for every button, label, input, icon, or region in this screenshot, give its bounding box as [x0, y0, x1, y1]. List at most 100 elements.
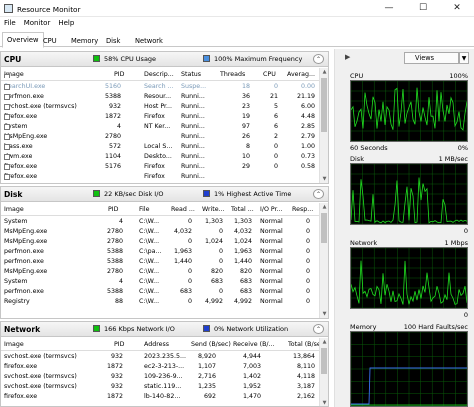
column-header-6[interactable]: Averag... [287, 71, 315, 78]
scroll-thumb[interactable] [321, 78, 327, 132]
column-header-4[interactable]: Receive (B/... [233, 341, 275, 348]
row-checkbox[interactable] [4, 134, 10, 140]
tab-network[interactable]: Network [130, 33, 168, 47]
table-row[interactable]: svchost.exe (termsvcs) 932 Host Pr... Runni… [1, 102, 321, 112]
minimize-button[interactable]: — [372, 0, 406, 17]
column-header-1[interactable]: PID [114, 71, 125, 78]
table-row[interactable]: System 4 C:\W... 0 683 683 Normal 0 [1, 277, 321, 287]
column-header-3[interactable]: Status [181, 71, 201, 78]
network-section-title: Network [4, 325, 41, 334]
scroll-thumb[interactable] [321, 213, 327, 243]
collapse-graphs-arrow-icon[interactable]: ▶ [345, 53, 353, 61]
table-row[interactable]: firefox.exe 1872 Firefox Runni... 19 6 4.48 [1, 112, 321, 122]
column-header-4[interactable]: Write... [202, 206, 225, 213]
column-header-0[interactable]: Image [4, 71, 24, 78]
row-checkbox[interactable] [4, 174, 10, 180]
table-row[interactable]: svchost.exe (termsvcs) 932 2023.235.5... 8,… [1, 352, 321, 362]
views-dropdown-chevron-icon[interactable]: ▼ [459, 52, 469, 64]
disk-section: Disk 22 KB/sec Disk I/O 1% Highest Activ… [0, 186, 329, 319]
column-header-5[interactable]: CPU [263, 71, 276, 78]
table-row[interactable]: firefox.exe 1872 ec2-3-213-... 1,107 7,003 8,… [1, 362, 321, 372]
table-cell: 4,032 [173, 228, 192, 235]
scroll-thumb[interactable] [321, 348, 327, 374]
column-header-7[interactable]: Resp... [292, 206, 313, 213]
scroll-down-arrow-icon[interactable]: ▼ [321, 400, 328, 406]
table-row[interactable]: MsMpEng.exe 2780 Runni... 26 2 2.79 [1, 132, 321, 142]
tab-memory[interactable]: Memory [66, 33, 103, 47]
collapse-cpu-button[interactable]: ⌃ [313, 54, 324, 64]
row-checkbox[interactable] [4, 144, 10, 150]
table-row[interactable]: firefox.exe 1872 lb-140-82... 692 1,470 2,162 [1, 392, 321, 402]
table-row[interactable]: dwm.exe 1104 Deskto... Runni... 10 0 0.73 [1, 152, 321, 162]
column-header-2[interactable]: File [139, 206, 150, 213]
table-row[interactable]: perfmon.exe 5388 Resour... Runni... 36 21 21.1… [1, 92, 321, 102]
views-button[interactable]: Views [404, 52, 459, 64]
column-header-2[interactable]: Address [144, 341, 169, 348]
table-cell: SearchUI.exe [4, 83, 46, 90]
menu-monitor[interactable]: Monitor [20, 17, 55, 27]
column-header-2[interactable]: Descrip... [144, 71, 174, 78]
table-cell: 1872 [106, 363, 123, 370]
scroll-up-arrow-icon[interactable]: ▲ [321, 204, 328, 211]
column-header-3[interactable]: Read ... [171, 206, 195, 213]
table-cell: Normal [260, 278, 283, 285]
network-section: Network 166 Kbps Network I/O 0% Network … [0, 321, 329, 407]
network-section-header[interactable]: Network 166 Kbps Network I/O 0% Network … [1, 322, 328, 337]
table-row[interactable]: perfmon.exe 5388 C:\W... 683 0 683 Normal 0 [1, 287, 321, 297]
menu-help[interactable]: Help [54, 17, 78, 27]
table-row[interactable]: SearchUI.exe 5160 Search ... Suspe... 18 0 0.0… [1, 82, 321, 92]
row-checkbox[interactable] [4, 84, 10, 90]
close-button[interactable]: ✕ [440, 0, 474, 17]
cpu-scrollbar[interactable]: ▲ ▼ [319, 68, 328, 183]
table-cell: System [4, 218, 28, 225]
row-checkbox[interactable] [4, 164, 10, 170]
table-cell: 6 [273, 123, 278, 130]
row-checkbox[interactable] [4, 104, 10, 110]
cpu-section-header[interactable]: CPU 58% CPU Usage 100% Maximum Frequency… [1, 52, 328, 67]
table-row[interactable]: perfmon.exe 5388 C:\W... 1,440 0 1,440 Normal 0 [1, 257, 321, 267]
table-row[interactable]: svchost.exe (termsvcs) 932 static.119... 1,… [1, 382, 321, 392]
column-header-4[interactable]: Threads [220, 71, 245, 78]
table-row[interactable]: lsass.exe 572 Local S... Runni... 8 0 1.00 [1, 142, 321, 152]
select-all-checkbox[interactable] [4, 74, 10, 78]
collapse-disk-button[interactable]: ⌃ [313, 189, 324, 199]
network-scrollbar[interactable]: ▲ ▼ [319, 338, 328, 406]
column-header-0[interactable]: Image [4, 341, 24, 348]
scroll-down-arrow-icon[interactable]: ▼ [321, 176, 328, 183]
maximize-button[interactable]: ☐ [406, 0, 440, 17]
table-cell: firefox.exe [4, 393, 38, 400]
table-row[interactable]: Registry 88 C:\W... 0 4,992 4,992 Normal 0 [1, 297, 321, 307]
row-checkbox[interactable] [4, 114, 10, 120]
column-header-5[interactable]: Total ... [231, 206, 254, 213]
table-row[interactable]: svchost.exe (termsvcs) 932 109-236-9... 2,7… [1, 372, 321, 382]
table-row[interactable]: MsMpEng.exe 2780 C:\W... 0 1,024 1,024 Normal 0 [1, 237, 321, 247]
row-checkbox[interactable] [4, 94, 10, 100]
table-row[interactable]: firefox.exe Firefox Runni... [1, 172, 321, 182]
column-header-3[interactable]: Send (B/sec) [191, 341, 231, 348]
column-header-6[interactable]: I/O Pr... [260, 206, 283, 213]
table-row[interactable]: MsMpEng.exe 2780 C:\W... 0 820 820 Normal 0 [1, 267, 321, 277]
menu-file[interactable]: File [0, 17, 20, 27]
column-header-1[interactable]: PID [108, 206, 119, 213]
disk-scrollbar[interactable]: ▲ ▼ [319, 203, 328, 318]
table-cell: 1,107 [197, 363, 216, 370]
table-cell: lsass.exe [4, 143, 33, 150]
row-checkbox[interactable] [4, 154, 10, 160]
table-row[interactable]: perfmon.exe 5388 C:\pa... 1,963 0 1,963 Normal… [1, 247, 321, 257]
column-header-1[interactable]: PID [114, 341, 125, 348]
table-cell: Normal [260, 238, 283, 245]
table-row[interactable]: System 4 NT Ker... Runni... 97 6 2.85 [1, 122, 321, 132]
tab-cpu[interactable]: CPU [38, 33, 62, 47]
tab-disk[interactable]: Disk [101, 33, 125, 47]
row-checkbox[interactable] [4, 124, 10, 130]
scroll-up-arrow-icon[interactable]: ▲ [321, 69, 328, 76]
pane-splitter[interactable] [334, 49, 342, 407]
column-header-0[interactable]: Image [4, 206, 24, 213]
disk-section-header[interactable]: Disk 22 KB/sec Disk I/O 1% Highest Activ… [1, 187, 328, 202]
table-row[interactable]: MsMpEng.exe 2780 C:\W... 4,032 0 4,032 Normal 0 [1, 227, 321, 237]
table-row[interactable]: System 4 C:\W... 0 1,303 1,303 Normal 0 [1, 217, 321, 227]
collapse-network-button[interactable]: ⌃ [313, 324, 324, 334]
scroll-up-arrow-icon[interactable]: ▲ [321, 339, 328, 346]
table-row[interactable]: firefox.exe 5176 Firefox Runni... 29 0 0.58 [1, 162, 321, 172]
scroll-down-arrow-icon[interactable]: ▼ [321, 311, 328, 318]
